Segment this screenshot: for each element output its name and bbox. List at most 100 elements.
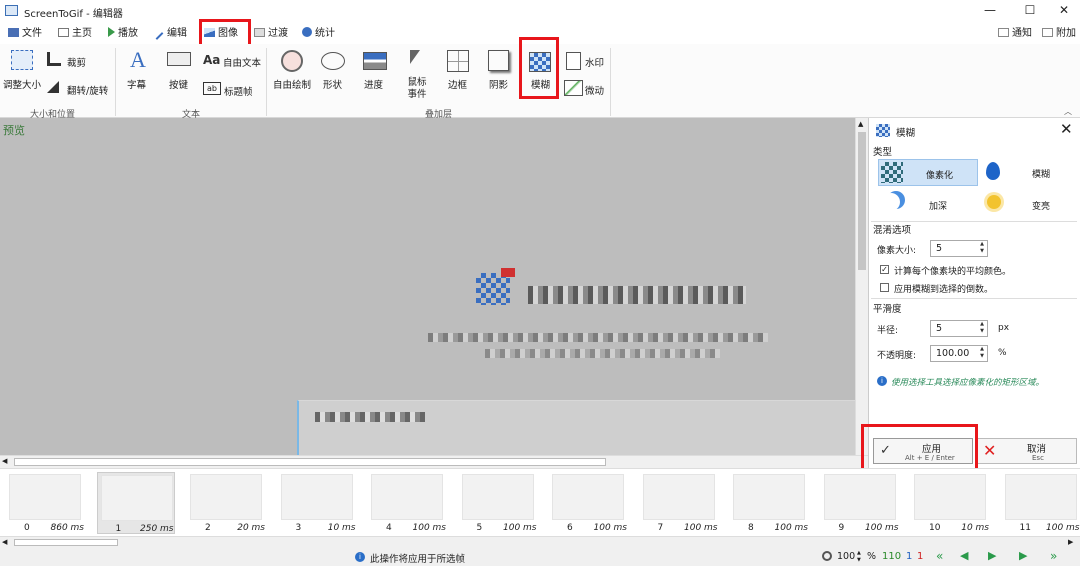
- avg-color-checkbox[interactable]: ✓: [880, 265, 889, 274]
- type-lighten[interactable]: 变亮: [979, 190, 1077, 217]
- frame-thumbnail: [823, 474, 896, 520]
- frame-item[interactable]: 9 100 ms: [821, 472, 899, 534]
- preview-horizontal-scrollbar[interactable]: ◀: [0, 455, 868, 468]
- frame-thumbnail: [190, 474, 262, 520]
- cancel-button[interactable]: ✕ 取消 Esc: [976, 438, 1077, 464]
- frame-item[interactable]: 5 100 ms: [459, 472, 537, 534]
- tab-image[interactable]: 图像: [204, 26, 238, 42]
- last-frame-icon[interactable]: »: [1050, 549, 1057, 563]
- extras-button[interactable]: 附加: [1042, 26, 1076, 42]
- scroll-right-icon[interactable]: ▶: [1068, 538, 1073, 546]
- previous-frame-icon[interactable]: ◀: [960, 549, 968, 562]
- zoom-value[interactable]: 100: [837, 551, 855, 562]
- frame-item[interactable]: 1 250 ms: [96, 472, 175, 534]
- shadow-button[interactable]: 阴影: [489, 77, 508, 91]
- frame-item[interactable]: 0 860 ms: [6, 472, 84, 534]
- frame-item[interactable]: 2 20 ms: [187, 472, 265, 534]
- frame-item[interactable]: 10 10 ms: [911, 472, 989, 534]
- close-button[interactable]: ✕: [1046, 0, 1080, 22]
- frame-item[interactable]: 11 100 ms: [1002, 472, 1080, 534]
- play-icon: [108, 27, 115, 37]
- spinner-arrows-icon[interactable]: ▲ ▼: [980, 346, 984, 360]
- scroll-up-icon[interactable]: ▲: [858, 120, 863, 128]
- group-separator: [266, 48, 267, 116]
- frame-item[interactable]: 4 100 ms: [368, 472, 446, 534]
- progress-button[interactable]: 进度: [364, 77, 383, 91]
- scroll-thumb[interactable]: [14, 539, 118, 546]
- watermark-button[interactable]: 水印: [585, 55, 604, 69]
- frame-delay: 100 ms: [684, 523, 718, 533]
- preview-vertical-scrollbar[interactable]: ▲: [855, 118, 868, 455]
- avg-color-label: 计算每个像素块的平均颜色。: [894, 267, 1012, 277]
- inverse-checkbox[interactable]: [880, 283, 889, 292]
- scroll-left-icon[interactable]: ◀: [2, 457, 7, 465]
- maximize-button[interactable]: ☐: [1012, 0, 1048, 22]
- shapes-button[interactable]: 形状: [323, 77, 342, 91]
- minimize-button[interactable]: —: [972, 0, 1008, 22]
- free-text-button[interactable]: 自由文本: [223, 55, 261, 69]
- frame-list[interactable]: 0 860 ms 1 250 ms 2 20 ms 3 10 ms 4 100 ms 5 100 ms…: [0, 468, 1080, 536]
- crop-icon: [47, 52, 61, 66]
- frame-item[interactable]: 7 100 ms: [640, 472, 718, 534]
- frames-scrollbar[interactable]: ◀ ▶: [0, 536, 1080, 548]
- notifications-button[interactable]: 通知: [998, 26, 1032, 42]
- cinemagraph-button[interactable]: 微动: [585, 83, 604, 97]
- type-blur[interactable]: 模糊: [979, 159, 1077, 186]
- pixelated-dialog: [297, 400, 855, 455]
- window-title: ScreenToGif - 编辑器: [24, 9, 123, 20]
- tab-edit[interactable]: 编辑: [155, 26, 187, 42]
- pixelated-logo-badge: [501, 268, 515, 277]
- type-darken[interactable]: 加深: [878, 190, 978, 217]
- frame-number: 1: [115, 524, 122, 534]
- preview-area[interactable]: 预览: [0, 118, 855, 455]
- app-icon: [5, 5, 18, 16]
- apply-button[interactable]: ✓ 应用 Alt + E / Enter: [873, 438, 973, 464]
- spinner-arrows-icon[interactable]: ▲ ▼: [980, 241, 984, 255]
- panel-close-button[interactable]: ✕: [1060, 120, 1073, 138]
- flip-rotate-button[interactable]: 翻转/旋转: [67, 83, 108, 97]
- panel-title: 模糊: [896, 128, 916, 139]
- free-drawing-button[interactable]: 自由绘制: [273, 77, 311, 91]
- moon-icon: [882, 193, 900, 211]
- next-frame-icon[interactable]: ▶: [1019, 549, 1027, 562]
- tab-transitions[interactable]: 过渡: [254, 26, 288, 42]
- scroll-left-icon[interactable]: ◀: [2, 538, 7, 546]
- menu-bar: 文件 主页 播放 编辑 图像 过渡 统计 通知 附加: [0, 22, 1080, 44]
- spinner-arrows-icon[interactable]: ▲ ▼: [980, 321, 984, 335]
- first-frame-icon[interactable]: «: [936, 549, 943, 563]
- pixel-size-stepper[interactable]: 5 ▲ ▼: [930, 240, 988, 257]
- frame-item[interactable]: 8 100 ms: [730, 472, 808, 534]
- frame-thumbnail: [9, 474, 81, 520]
- frame-item[interactable]: 3 10 ms: [278, 472, 356, 534]
- frame-thumbnail: [733, 474, 805, 520]
- frame-item[interactable]: 6 100 ms: [549, 472, 627, 534]
- key-strokes-button[interactable]: 按键: [169, 77, 188, 91]
- title-frame-icon: ab: [203, 82, 221, 95]
- border-button[interactable]: 边框: [448, 77, 467, 91]
- tab-playback[interactable]: 播放: [108, 26, 138, 42]
- scroll-thumb[interactable]: [14, 458, 606, 466]
- title-bar: ScreenToGif - 编辑器 — ☐ ✕: [0, 0, 1080, 22]
- radius-stepper[interactable]: 5 ▲ ▼: [930, 320, 988, 337]
- zoom-stepper-icon[interactable]: ▲ ▼: [857, 550, 861, 564]
- tab-file[interactable]: 文件: [8, 26, 42, 42]
- mouse-events-button[interactable]: 鼠标事件: [406, 77, 428, 101]
- tab-statistics[interactable]: 统计: [302, 26, 335, 42]
- frame-number: 11: [1019, 523, 1031, 533]
- scroll-thumb[interactable]: [858, 132, 866, 270]
- caption-button[interactable]: 字幕: [127, 77, 146, 91]
- blur-button[interactable]: 模糊: [531, 77, 550, 91]
- tab-home[interactable]: 主页: [58, 26, 92, 42]
- frame-number: 5: [476, 523, 483, 533]
- opacity-unit: %: [998, 348, 1007, 358]
- progress-icon: [363, 52, 387, 70]
- title-frame-button[interactable]: 标题帧: [224, 84, 253, 98]
- opacity-stepper[interactable]: 100.00 ▲ ▼: [930, 345, 988, 362]
- smooth-section-label: 平滑度: [873, 304, 902, 315]
- pixelated-logo-icon: [476, 273, 510, 305]
- type-pixelate[interactable]: 像素化: [878, 159, 978, 186]
- play-icon[interactable]: ▶: [988, 549, 996, 562]
- crop-button[interactable]: 裁剪: [67, 55, 86, 69]
- resize-button[interactable]: 调整大小: [3, 77, 41, 91]
- collapse-ribbon-icon[interactable]: ︿: [1064, 106, 1072, 117]
